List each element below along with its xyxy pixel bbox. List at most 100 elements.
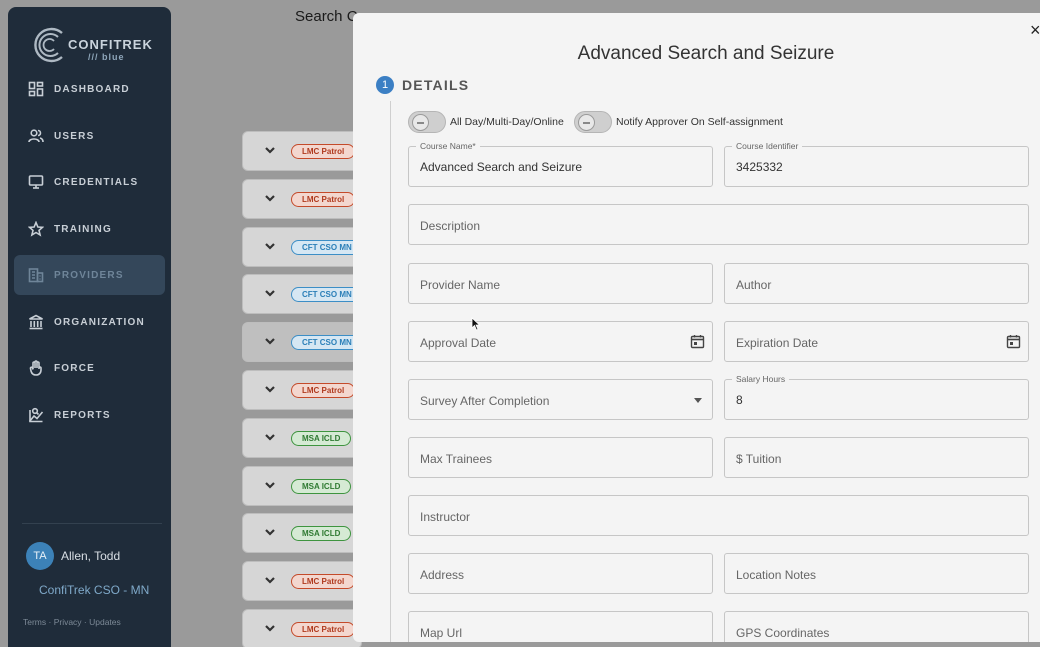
agency-tag: LMC Patrol <box>291 383 356 398</box>
table-row[interactable]: CFT CSO MN <box>242 274 363 314</box>
field-placeholder: Survey After Completion <box>420 394 550 408</box>
organization-icon <box>29 314 43 330</box>
agency-tag: LMC Patrol <box>291 144 356 159</box>
credentials-icon <box>28 175 44 189</box>
field-placeholder: Provider Name <box>420 278 501 292</box>
hand-icon <box>29 360 42 376</box>
agency-tag: MSA ICLD <box>291 526 352 541</box>
table-row[interactable]: MSA ICLD <box>242 513 362 553</box>
sidebar-item-users[interactable]: USERS <box>14 116 165 156</box>
sidebar-item-reports[interactable]: REPORTS <box>14 395 165 435</box>
field-value: Advanced Search and Seizure <box>420 160 583 174</box>
confitrek-logo[interactable]: CONFITREK /// blue <box>32 19 162 67</box>
modal-title: Advanced Search and Seizure <box>577 43 835 64</box>
course-identifier-field[interactable]: Course Identifier 3425332 <box>724 141 1029 187</box>
toggle-track[interactable] <box>574 111 612 133</box>
footer-links[interactable]: Terms · Privacy · Updates <box>23 617 121 627</box>
field-value: 8 <box>736 393 743 407</box>
table-row[interactable]: LMC Patrol <box>242 179 362 219</box>
logo-mark-icon <box>34 27 63 63</box>
field-placeholder: Instructor <box>420 510 471 524</box>
table-row[interactable]: CFT CSO MN <box>242 322 363 362</box>
sidebar-item-dashboard[interactable]: DASHBOARD <box>14 69 165 109</box>
field-placeholder: Address <box>420 568 465 582</box>
tuition-field[interactable]: $ Tuition <box>724 437 1029 478</box>
chevron-down-icon[interactable] <box>263 621 277 635</box>
sidebar-divider <box>22 523 162 524</box>
address-field[interactable]: Address <box>408 553 713 594</box>
instructor-field[interactable]: Instructor <box>408 495 1029 536</box>
logo-brand-text: CONFITREK <box>68 37 153 52</box>
star-icon <box>28 221 44 237</box>
calendar-icon[interactable] <box>690 334 705 349</box>
sidebar-item-label: TRAINING <box>54 223 112 235</box>
salary-hours-field[interactable]: Salary Hours 8 <box>724 374 1029 420</box>
field-placeholder: Description <box>420 219 481 233</box>
map-url-field[interactable]: Map Url <box>408 611 713 642</box>
chevron-down-icon[interactable] <box>263 573 277 587</box>
toggle-track[interactable] <box>408 111 446 133</box>
table-row[interactable]: LMC Patrol <box>242 609 362 647</box>
step-number-badge: 1 <box>376 76 394 94</box>
toggle-knob <box>412 114 429 131</box>
agency-tag: LMC Patrol <box>291 192 356 207</box>
sidebar-item-organization[interactable]: ORGANIZATION <box>14 302 165 342</box>
sidebar-item-credentials[interactable]: CREDENTIALS <box>14 162 165 202</box>
agency-tag: LMC Patrol <box>291 622 356 637</box>
calendar-icon[interactable] <box>1006 334 1021 349</box>
survey-select[interactable]: Survey After Completion <box>408 379 713 420</box>
mouse-cursor-icon <box>471 317 481 331</box>
chevron-down-icon[interactable] <box>263 525 277 539</box>
sidebar-item-providers[interactable]: PROVIDERS <box>14 255 165 295</box>
dropdown-arrow-icon[interactable] <box>694 398 702 403</box>
reports-icon <box>28 407 44 423</box>
toggle-label: Notify Approver On Self-assignment <box>616 116 783 128</box>
chevron-down-icon[interactable] <box>263 143 277 157</box>
field-label: Salary Hours <box>732 374 790 384</box>
sidebar-item-label: DASHBOARD <box>54 83 130 95</box>
author-field[interactable]: Author <box>724 263 1029 304</box>
table-row[interactable]: LMC Patrol <box>242 370 362 410</box>
sidebar-item-training[interactable]: TRAINING <box>14 209 165 249</box>
chevron-down-icon[interactable] <box>263 239 277 253</box>
users-icon <box>28 129 44 143</box>
providers-icon <box>28 268 44 283</box>
chevron-down-icon[interactable] <box>263 334 277 348</box>
table-row[interactable]: MSA ICLD <box>242 466 362 506</box>
all-day-toggle[interactable]: All Day/Multi-Day/Online <box>408 111 564 133</box>
agency-tag: MSA ICLD <box>291 479 352 494</box>
chevron-down-icon[interactable] <box>263 430 277 444</box>
chevron-down-icon[interactable] <box>263 382 277 396</box>
table-row[interactable]: LMC Patrol <box>242 131 362 171</box>
agency-tag: CFT CSO MN <box>291 335 363 350</box>
avatar[interactable]: TA <box>26 542 54 570</box>
sidebar-item-force[interactable]: FORCE <box>14 348 165 388</box>
sidebar-item-label: FORCE <box>54 362 95 374</box>
sidebar-item-label: REPORTS <box>54 409 111 421</box>
chevron-down-icon[interactable] <box>263 286 277 300</box>
org-name[interactable]: ConfiTrek CSO - MN <box>39 583 149 597</box>
close-icon[interactable]: × <box>1030 20 1040 40</box>
notify-approver-toggle[interactable]: Notify Approver On Self-assignment <box>574 111 783 133</box>
description-field[interactable]: Description <box>408 204 1029 245</box>
course-name-field[interactable]: Course Name* Advanced Search and Seizure <box>408 141 713 187</box>
chevron-down-icon[interactable] <box>263 191 277 205</box>
provider-name-field[interactable]: Provider Name <box>408 263 713 304</box>
gps-coordinates-field[interactable]: GPS Coordinates <box>724 611 1029 642</box>
user-name[interactable]: Allen, Todd <box>61 549 120 563</box>
location-notes-field[interactable]: Location Notes <box>724 553 1029 594</box>
sidebar-item-label: PROVIDERS <box>54 269 124 281</box>
approval-date-field[interactable]: Approval Date <box>408 321 713 362</box>
sidebar-item-label: CREDENTIALS <box>54 176 139 188</box>
table-row[interactable]: MSA ICLD <box>242 418 362 458</box>
agency-tag: LMC Patrol <box>291 574 356 589</box>
table-row[interactable]: LMC Patrol <box>242 561 362 601</box>
chevron-down-icon[interactable] <box>263 478 277 492</box>
table-row[interactable]: CFT CSO MN <box>242 227 363 267</box>
field-placeholder: Author <box>736 278 772 292</box>
sidebar-item-label: USERS <box>54 130 95 142</box>
max-trainees-field[interactable]: Max Trainees <box>408 437 713 478</box>
logo-sub-text: /// blue <box>88 52 125 62</box>
toggle-label: All Day/Multi-Day/Online <box>450 116 564 128</box>
expiration-date-field[interactable]: Expiration Date <box>724 321 1029 362</box>
